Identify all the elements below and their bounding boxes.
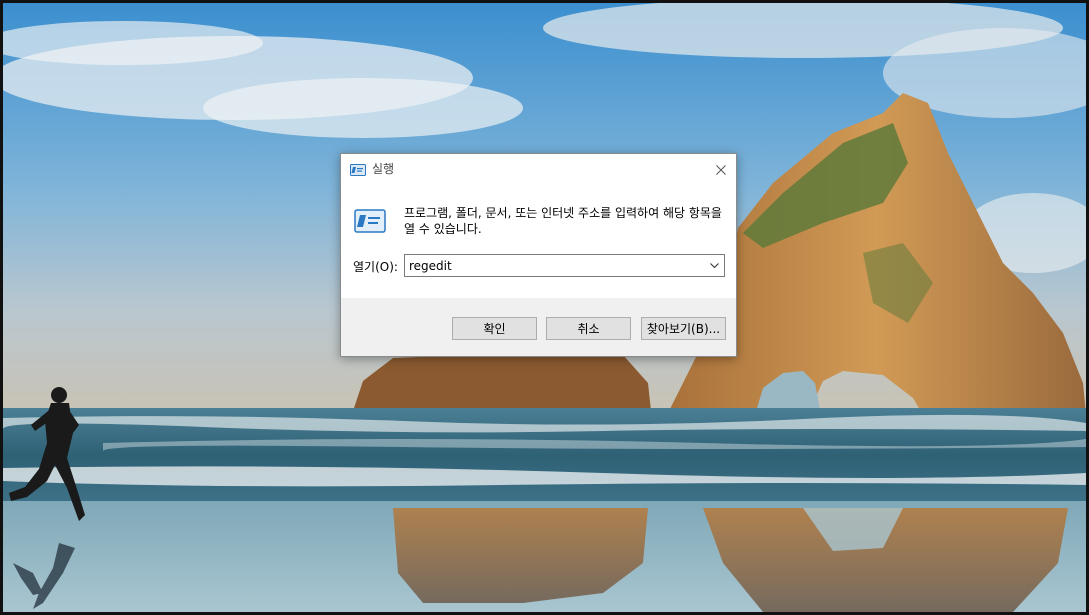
close-button[interactable] [706, 154, 736, 185]
dropdown-button[interactable] [704, 255, 724, 276]
close-icon [716, 164, 726, 175]
run-icon [354, 209, 386, 233]
description-text: 프로그램, 폴더, 문서, 또는 인터넷 주소를 입력하여 해당 항목을 열 수… [404, 206, 722, 236]
run-icon [350, 164, 366, 176]
open-input[interactable] [405, 255, 700, 276]
open-combobox[interactable] [404, 254, 725, 277]
run-dialog: 실행 프로그램, 폴더, 문서, 또는 인터넷 주소를 입력하여 해당 항목을 … [340, 153, 737, 357]
browse-button[interactable]: 찾아보기(B)... [641, 317, 726, 340]
ok-button[interactable]: 확인 [452, 317, 537, 340]
window-title: 실행 [372, 162, 395, 176]
chevron-down-icon [709, 262, 719, 268]
title-bar[interactable]: 실행 [341, 154, 736, 185]
cancel-button[interactable]: 취소 [546, 317, 631, 340]
dialog-content: 프로그램, 폴더, 문서, 또는 인터넷 주소를 입력하여 해당 항목을 열 수… [341, 185, 736, 298]
desktop: 실행 프로그램, 폴더, 문서, 또는 인터넷 주소를 입력하여 해당 항목을 … [0, 0, 1089, 615]
open-label: 열기(O): [353, 260, 398, 274]
